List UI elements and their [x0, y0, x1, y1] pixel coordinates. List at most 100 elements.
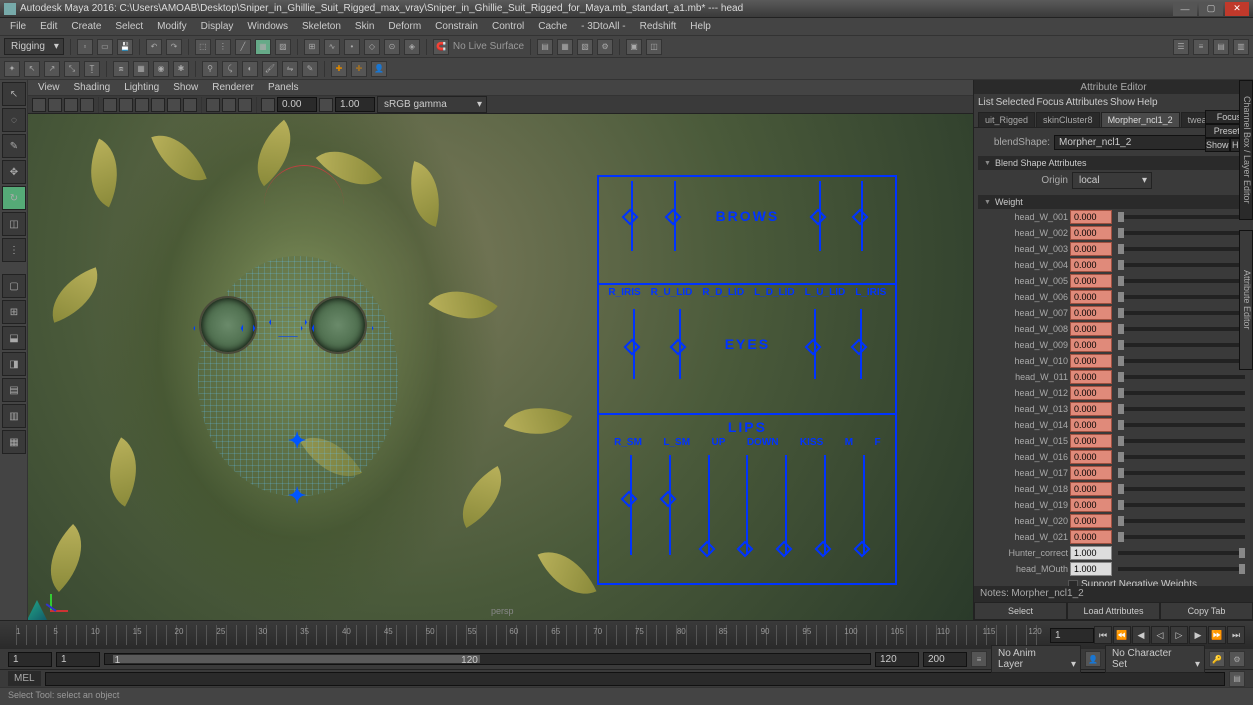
vt-shaded-icon[interactable] — [135, 98, 149, 112]
lip-slider[interactable] — [785, 455, 787, 555]
lasso-tool[interactable]: ◌ — [2, 108, 26, 132]
weight-slider[interactable] — [1118, 295, 1245, 299]
select-uv-icon[interactable]: ▨ — [275, 39, 291, 55]
weight-value-field[interactable] — [1070, 498, 1112, 512]
panel-menu-shading[interactable]: Shading — [68, 81, 117, 94]
eye-slider[interactable] — [633, 309, 635, 379]
attr-menu-show[interactable]: Show — [1110, 97, 1135, 108]
maximize-button[interactable]: ▢ — [1199, 2, 1223, 16]
range-start-inner[interactable] — [56, 652, 100, 667]
next-frame-icon[interactable]: ▶ — [1189, 626, 1207, 644]
weight-slider[interactable] — [1118, 455, 1245, 459]
shelf-paint-icon[interactable]: 🖌 — [262, 61, 278, 77]
menu-windows[interactable]: Windows — [241, 19, 294, 34]
eye-slider[interactable] — [814, 309, 816, 379]
ui-toggle4-icon[interactable]: ▥ — [1233, 39, 1249, 55]
weight-value-field[interactable] — [1070, 338, 1112, 352]
weight-value-field[interactable] — [1070, 418, 1112, 432]
brow-slider[interactable] — [674, 181, 676, 251]
weight-value-field[interactable] — [1070, 530, 1112, 544]
live-toggle-icon[interactable]: 🧲 — [433, 39, 449, 55]
lip-slider[interactable] — [708, 455, 710, 555]
vt-lights-icon[interactable] — [167, 98, 181, 112]
attribute-editor-tab[interactable]: Attribute Editor — [1239, 230, 1253, 370]
weight-slider[interactable] — [1118, 487, 1245, 491]
range-end-inner[interactable] — [875, 652, 919, 667]
move-tool[interactable]: ✥ — [2, 160, 26, 184]
vt-textured-icon[interactable] — [151, 98, 165, 112]
menu-help[interactable]: Help — [684, 19, 717, 34]
snap-curve-icon[interactable]: ∿ — [324, 39, 340, 55]
weight-slider[interactable] — [1118, 375, 1245, 379]
weight-value-field[interactable] — [1070, 546, 1112, 560]
weight-slider[interactable] — [1118, 551, 1245, 555]
prev-frame-icon[interactable]: ◀ — [1132, 626, 1150, 644]
layout-two-h-icon[interactable]: ⬓ — [2, 326, 26, 350]
menu-skeleton[interactable]: Skeleton — [296, 19, 347, 34]
panel-layout2-icon[interactable]: ◫ — [646, 39, 662, 55]
select-object-icon[interactable]: ⬚ — [195, 39, 211, 55]
menu-create[interactable]: Create — [65, 19, 107, 34]
origin-dropdown[interactable]: local — [1072, 172, 1152, 189]
weight-value-field[interactable] — [1070, 514, 1112, 528]
weight-value-field[interactable] — [1070, 354, 1112, 368]
shelf-mirror-icon[interactable]: ⇋ — [282, 61, 298, 77]
gamma-field[interactable] — [335, 97, 375, 112]
attr-menu-selected[interactable]: Selected — [996, 97, 1035, 108]
shelf-skin-icon[interactable]: ◐ — [242, 61, 258, 77]
menu-control[interactable]: Control — [486, 19, 530, 34]
panel-menu-lighting[interactable]: Lighting — [118, 81, 165, 94]
vt-film-icon[interactable] — [80, 98, 94, 112]
shelf-ik-icon[interactable]: ⤹ — [222, 61, 238, 77]
vt-img-icon[interactable] — [64, 98, 78, 112]
lip-slider[interactable] — [824, 455, 826, 555]
layout-single-icon[interactable]: ▢ — [2, 274, 26, 298]
weight-value-field[interactable] — [1070, 290, 1112, 304]
attr-menu-focus[interactable]: Focus — [1036, 97, 1063, 108]
brow-slider[interactable] — [861, 181, 863, 251]
redo-icon[interactable]: ↷ — [166, 39, 182, 55]
attr-show-button[interactable]: Show — [1205, 138, 1230, 152]
eye-slider[interactable] — [860, 309, 862, 379]
layout-persp-icon[interactable]: ▥ — [2, 404, 26, 428]
weight-value-field[interactable] — [1070, 466, 1112, 480]
weight-slider[interactable] — [1118, 215, 1245, 219]
lip-slider[interactable] — [746, 455, 748, 555]
weight-slider[interactable] — [1118, 535, 1245, 539]
layout-four-icon[interactable]: ⊞ — [2, 300, 26, 324]
brow-slider[interactable] — [631, 181, 633, 251]
snap-plane-icon[interactable]: ◇ — [364, 39, 380, 55]
vt-cam-icon[interactable] — [32, 98, 46, 112]
ui-toggle2-icon[interactable]: ≡ — [1193, 39, 1209, 55]
shelf-pose-icon[interactable]: ✎ — [302, 61, 318, 77]
menu-set-dropdown[interactable]: Rigging — [4, 38, 64, 55]
menu-file[interactable]: File — [4, 19, 32, 34]
weight-slider[interactable] — [1118, 423, 1245, 427]
vt-xrayjoint-icon[interactable] — [238, 98, 252, 112]
select-edge-icon[interactable]: ╱ — [235, 39, 251, 55]
shelf-icon-5[interactable]: Ṯ — [84, 61, 100, 77]
menu-redshift[interactable]: Redshift — [634, 19, 683, 34]
open-scene-icon[interactable]: ▭ — [97, 39, 113, 55]
panel-menu-view[interactable]: View — [32, 81, 66, 94]
weight-slider[interactable] — [1118, 263, 1245, 267]
render-settings-icon[interactable]: ⚙ — [597, 39, 613, 55]
weight-value-field[interactable] — [1070, 322, 1112, 336]
shelf-lattice-icon[interactable]: ▦ — [133, 61, 149, 77]
weight-value-field[interactable] — [1070, 562, 1112, 576]
menu-modify[interactable]: Modify — [151, 19, 192, 34]
lip-slider[interactable] — [630, 455, 632, 555]
weight-value-field[interactable] — [1070, 210, 1112, 224]
vt-gamma-icon[interactable] — [319, 98, 333, 112]
shelf-cluster-icon[interactable]: ✱ — [173, 61, 189, 77]
current-frame-field[interactable] — [1050, 628, 1094, 643]
command-line[interactable] — [45, 672, 1225, 686]
attr-tab-morpher[interactable]: Morpher_ncl1_2 — [1101, 112, 1180, 127]
play-forward-icon[interactable]: ▷ — [1170, 626, 1188, 644]
mouth-ctrl[interactable]: ✦ — [288, 483, 306, 509]
snap-grid-icon[interactable]: ⊞ — [304, 39, 320, 55]
weight-value-field[interactable] — [1070, 402, 1112, 416]
select-tool[interactable]: ↖ — [2, 82, 26, 106]
shelf-point-icon[interactable]: ✛ — [351, 61, 367, 77]
new-scene-icon[interactable]: ▫ — [77, 39, 93, 55]
